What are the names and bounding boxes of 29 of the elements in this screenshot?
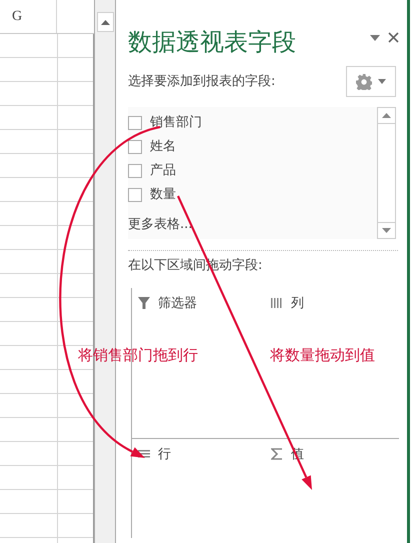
close-icon[interactable] [388, 32, 399, 43]
scroll-up-icon [382, 113, 391, 118]
caret-icon [378, 79, 386, 84]
area-label: 列 [291, 294, 304, 312]
checkbox[interactable] [128, 188, 142, 202]
scroll-up-icon [101, 20, 110, 24]
field-label[interactable]: 数量 [150, 185, 176, 205]
field-label[interactable]: 产品 [150, 161, 176, 181]
settings-button[interactable] [346, 66, 396, 97]
columns-icon [271, 297, 283, 310]
field-label[interactable]: 姓名 [150, 137, 176, 157]
scroll-down-icon [382, 228, 391, 233]
settings-icon [356, 74, 372, 90]
checkbox[interactable] [128, 164, 142, 178]
dropdown-caret-icon[interactable] [370, 34, 380, 40]
filter-icon [138, 297, 150, 310]
checkbox[interactable] [128, 116, 142, 130]
area-label: 筛选器 [158, 294, 197, 312]
area-label: 行 [158, 446, 171, 464]
column-header: G [12, 9, 22, 24]
field-list-label: 选择要添加到报表的字段: [128, 72, 276, 91]
checkbox[interactable] [128, 140, 142, 154]
annotation-text: 将销售部门拖到行 [78, 345, 198, 366]
more-tables-link[interactable]: 更多表格... [128, 215, 202, 234]
pane-title: 数据透视表字段 [128, 27, 296, 58]
annotation-text: 将数量拖动到值 [270, 345, 375, 366]
sigma-icon [271, 448, 283, 460]
field-label[interactable]: 销售部门 [150, 113, 202, 133]
field-list-scrollbar[interactable] [377, 107, 396, 239]
